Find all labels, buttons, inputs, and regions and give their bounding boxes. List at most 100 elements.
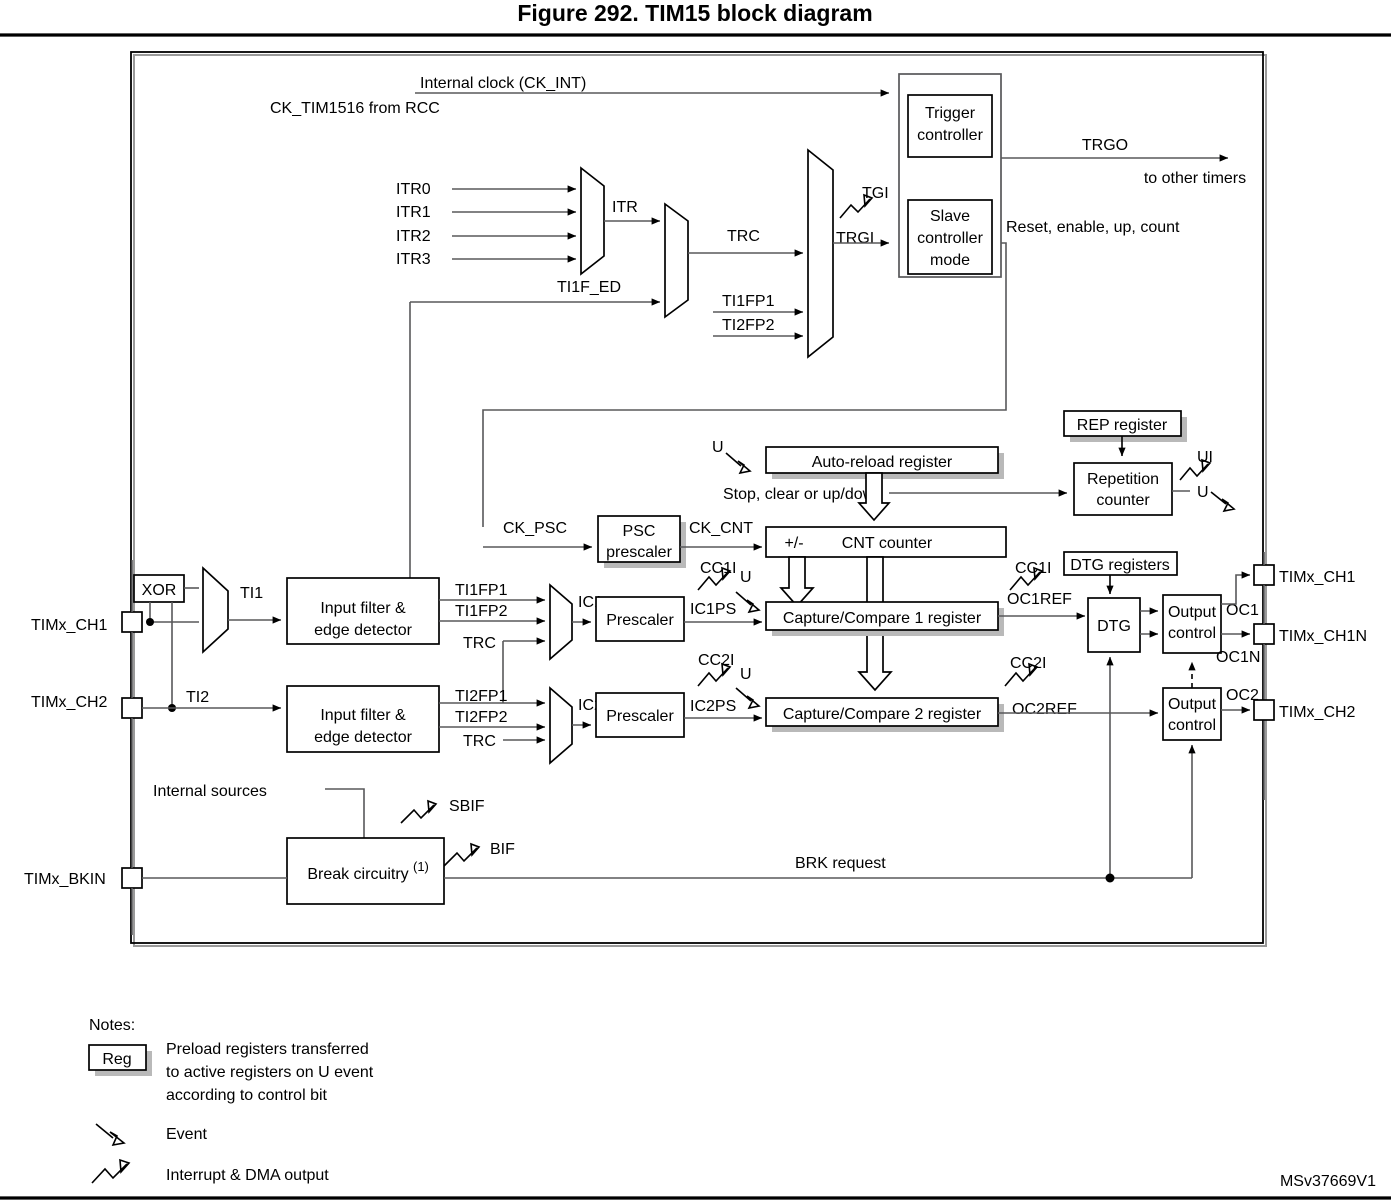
prescaler-1-label: Prescaler xyxy=(606,612,674,629)
auto-reload-label: Auto-reload register xyxy=(812,454,953,471)
oc1ref-label: OC1REF xyxy=(1007,591,1072,608)
psc-line1: PSC xyxy=(623,523,656,540)
u-cc2-event-arrowhead xyxy=(746,695,761,710)
cc1i-out-label: CC1I xyxy=(1015,560,1051,577)
trigger-controller-line2: controller xyxy=(917,127,983,144)
trc-ch1-label: TRC xyxy=(463,635,496,652)
brk-request-label: BRK request xyxy=(795,855,886,872)
slave-controller-line3: mode xyxy=(930,252,970,269)
itr2-label: ITR2 xyxy=(396,228,431,245)
input-filter-1-line1: Input filter & xyxy=(320,600,406,617)
notes-reg-line2: to active registers on U event xyxy=(166,1064,374,1081)
cnt-counter-label: CNT counter xyxy=(842,535,933,552)
u-cc1-event-arrowhead xyxy=(746,599,761,614)
u-cc1-event-icon xyxy=(735,591,752,606)
u-rep-label: U xyxy=(1197,484,1209,501)
timx-ch1-out-pin xyxy=(1253,564,1275,586)
cc2i-interrupt-icon xyxy=(697,667,729,687)
output-control-1-line2: control xyxy=(1168,625,1216,642)
input-filter-2-line2: edge detector xyxy=(314,729,413,746)
wire-internal-sources xyxy=(325,788,365,838)
u-event-arr-label: U xyxy=(712,439,724,456)
dtg-label: DTG xyxy=(1097,618,1131,635)
output-control-1-line1: Output xyxy=(1168,604,1217,621)
oc2ref-label: OC2REF xyxy=(1012,701,1077,718)
reset-enable-label: Reset, enable, up, count xyxy=(1006,219,1180,236)
ti2-label: TI2 xyxy=(186,689,209,706)
ccr1-label: Capture/Compare 1 register xyxy=(783,610,982,627)
prescaler-2-label: Prescaler xyxy=(606,708,674,725)
ti1fp2-label: TI1FP2 xyxy=(455,603,508,620)
timx-ch2-in-label: TIMx_CH2 xyxy=(31,694,108,711)
timx-ch1-out-label: TIMx_CH1 xyxy=(1279,569,1356,586)
itr0-label: ITR0 xyxy=(396,181,431,198)
trc-mux xyxy=(664,202,689,319)
timx-ch1-pin xyxy=(121,611,143,633)
input-filter-1-line2: edge detector xyxy=(314,622,413,639)
timx-bkin-pin xyxy=(121,867,143,889)
output-control-2-line1: Output xyxy=(1168,696,1217,713)
cnt-sign-label: +/- xyxy=(784,535,803,552)
doc-id-label: MSv37669V1 xyxy=(1280,1173,1376,1190)
ti2fp1-label: TI2FP1 xyxy=(455,688,508,705)
repetition-counter-line1: Repetition xyxy=(1087,471,1159,488)
psc-line2: prescaler xyxy=(606,544,672,561)
ic1-mux xyxy=(549,583,573,661)
internal-clock-label: Internal clock (CK_INT) xyxy=(420,75,586,92)
ccr2-label: Capture/Compare 2 register xyxy=(783,706,982,723)
repetition-counter-line2: counter xyxy=(1096,492,1150,509)
ti2fp2-label: TI2FP2 xyxy=(455,709,508,726)
itr-label: ITR xyxy=(612,199,638,216)
timx-ch1n-out-pin xyxy=(1253,623,1275,645)
itr3-label: ITR3 xyxy=(396,251,431,268)
u-event-arr-arrowhead xyxy=(737,460,752,475)
sbif-label: SBIF xyxy=(449,798,485,815)
u-cc1-label: U xyxy=(740,569,752,586)
u-rep-event-arrowhead xyxy=(1221,498,1236,513)
break-circuitry-label: Break circuitry xyxy=(307,866,408,883)
trigger-controller-line1: Trigger xyxy=(925,105,976,122)
timx-bkin-label: TIMx_BKIN xyxy=(24,871,106,888)
timx-ch2-out-label: TIMx_CH2 xyxy=(1279,704,1356,721)
output-control-2-line2: control xyxy=(1168,717,1216,734)
u-rep-event-icon xyxy=(1210,491,1227,505)
ck-cnt-label: CK_CNT xyxy=(689,520,753,537)
notes-heading: Notes: xyxy=(89,1017,135,1034)
event-legend-icon xyxy=(95,1123,114,1139)
ck-psc-label: CK_PSC xyxy=(503,520,567,537)
ic1ps-label: IC1PS xyxy=(690,601,736,618)
trgi-mux xyxy=(807,148,834,359)
trgo-label: TRGO xyxy=(1082,137,1128,154)
ti1fp1-trig-label: TI1FP1 xyxy=(722,293,775,310)
bif-label: BIF xyxy=(490,841,515,858)
interrupt-legend-icon xyxy=(91,1163,128,1184)
ti1fp1-label: TI1FP1 xyxy=(455,582,508,599)
timx-ch2-out-pin xyxy=(1253,699,1275,721)
timx-ch2-pin xyxy=(121,697,143,719)
break-footnote: (1) xyxy=(413,859,429,874)
dtg-registers-label: DTG registers xyxy=(1070,557,1170,574)
clock-source-label: CK_TIM1516 from RCC xyxy=(270,100,440,117)
figure-container: Figure 292. TIM15 block diagram Internal… xyxy=(0,0,1391,1203)
ti1-mux xyxy=(202,566,229,654)
xor-label: XOR xyxy=(142,582,177,599)
ic2-mux xyxy=(549,686,573,765)
u-event-arr-icon xyxy=(725,452,742,467)
rep-register-label: REP register xyxy=(1077,417,1168,434)
ti1f-ed-label: TI1F_ED xyxy=(557,279,621,296)
stop-clear-label: Stop, clear or up/down xyxy=(723,486,883,503)
u-cc2-event-icon xyxy=(735,687,752,702)
figure-title: Figure 292. TIM15 block diagram xyxy=(517,0,872,26)
input-filter-2-line1: Input filter & xyxy=(320,707,406,724)
reg-symbol-label: Reg xyxy=(102,1051,131,1068)
to-other-timers-label: to other timers xyxy=(1144,170,1246,187)
itr1-label: ITR1 xyxy=(396,204,431,221)
tim15-block-diagram: Figure 292. TIM15 block diagram Internal… xyxy=(0,0,1391,1200)
ui-interrupt-icon xyxy=(1179,463,1209,481)
oc1n-label: OC1N xyxy=(1216,649,1260,666)
event-legend-arrowhead xyxy=(109,1131,126,1147)
cc1i-in-label: CC1I xyxy=(700,560,736,577)
slave-controller-line1: Slave xyxy=(930,208,970,225)
notes-reg-line3: according to control bit xyxy=(166,1087,328,1104)
ti2fp2-trig-label: TI2FP2 xyxy=(722,317,775,334)
